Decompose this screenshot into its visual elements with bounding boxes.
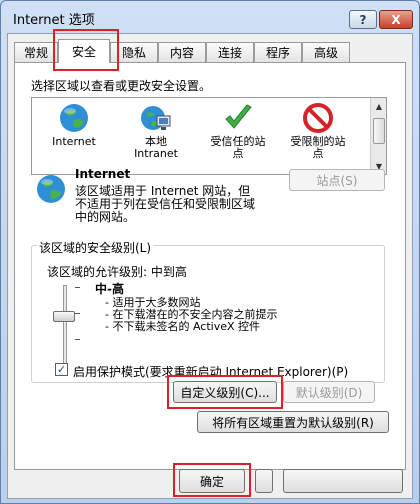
sites-button[interactable]: 站点(S) xyxy=(289,169,385,191)
zone-intranet-label-2: Intranet xyxy=(134,147,178,160)
window-title: Internet 选项 xyxy=(13,13,95,28)
zone-restricted[interactable]: 受限制的站 点 xyxy=(278,102,358,160)
zone-list-scrollbar[interactable]: ▲ ▼ xyxy=(370,98,386,174)
scroll-up-icon[interactable]: ▲ xyxy=(372,99,386,113)
tab-content[interactable]: 内容 xyxy=(158,42,206,62)
level-bullet: - 不下载未签名的 ActiveX 控件 xyxy=(105,320,261,333)
cancel-button[interactable] xyxy=(255,469,273,493)
zone-restricted-label-2: 点 xyxy=(312,147,324,160)
tab-programs[interactable]: 程序 xyxy=(254,42,302,62)
scroll-thumb[interactable] xyxy=(373,118,385,144)
zone-trusted-label-2: 点 xyxy=(232,147,244,160)
slider-tick xyxy=(75,313,80,314)
tab-privacy[interactable]: 隐私 xyxy=(110,42,158,62)
security-slider-track xyxy=(63,285,67,365)
selected-zone-name: Internet xyxy=(75,167,131,181)
security-slider-thumb[interactable] xyxy=(53,311,75,322)
title-bar: Internet 选项 ? X xyxy=(1,1,419,31)
selected-zone-globe-icon xyxy=(37,175,65,203)
tab-security[interactable]: 安全 xyxy=(58,39,110,63)
allowed-level-label: 该区域的允许级别: 中到高 xyxy=(47,265,187,279)
intranet-icon xyxy=(141,106,171,130)
slider-tick xyxy=(75,287,80,288)
apply-button[interactable] xyxy=(283,469,403,493)
reset-all-zones-button[interactable]: 将所有区域重置为默认级别(R) xyxy=(197,411,389,433)
restricted-icon xyxy=(303,103,333,133)
tab-advanced[interactable]: 高级 xyxy=(302,42,350,62)
zone-prompt: 选择区域以查看或更改安全设置。 xyxy=(31,79,212,93)
default-level-button[interactable]: 默认级别(D) xyxy=(283,381,375,403)
internet-options-window: Internet 选项 ? X 常规 安全 隐私 内容 连接 程序 高级 选择区… xyxy=(0,0,420,504)
globe-icon xyxy=(60,104,88,132)
protected-mode-checkbox[interactable]: ✓ xyxy=(55,363,68,376)
help-button[interactable]: ? xyxy=(349,10,377,29)
slider-tick xyxy=(75,339,80,340)
protected-mode-label: 启用保护模式(要求重新启动 Internet Explorer)(P) xyxy=(73,365,349,379)
custom-level-button[interactable]: 自定义级别(C)... xyxy=(173,381,277,403)
zone-internet-label: Internet xyxy=(52,135,96,148)
close-button[interactable]: X xyxy=(379,10,413,29)
tab-general[interactable]: 常规 xyxy=(14,42,58,62)
tab-connections[interactable]: 连接 xyxy=(206,42,254,62)
security-level-title: 该区域的安全级别(L) xyxy=(37,239,154,256)
checkmark-icon xyxy=(225,104,252,129)
selected-zone-description: 该区域适用于 Internet 网站，但 不适用于列在受信任和受限制区域 中的网… xyxy=(75,185,315,224)
zone-intranet[interactable]: 本地 Intranet xyxy=(116,102,196,160)
zone-internet[interactable]: Internet xyxy=(34,102,114,148)
zone-list: Internet 本地 Intranet 受信任的站 点 受限制的站 点 ▲ ▼ xyxy=(31,97,387,175)
ok-button[interactable]: 确定 xyxy=(179,469,245,493)
level-name: 中-高 xyxy=(95,282,124,296)
zone-description-line: 中的网站。 xyxy=(75,210,136,224)
zone-trusted[interactable]: 受信任的站 点 xyxy=(198,102,278,160)
